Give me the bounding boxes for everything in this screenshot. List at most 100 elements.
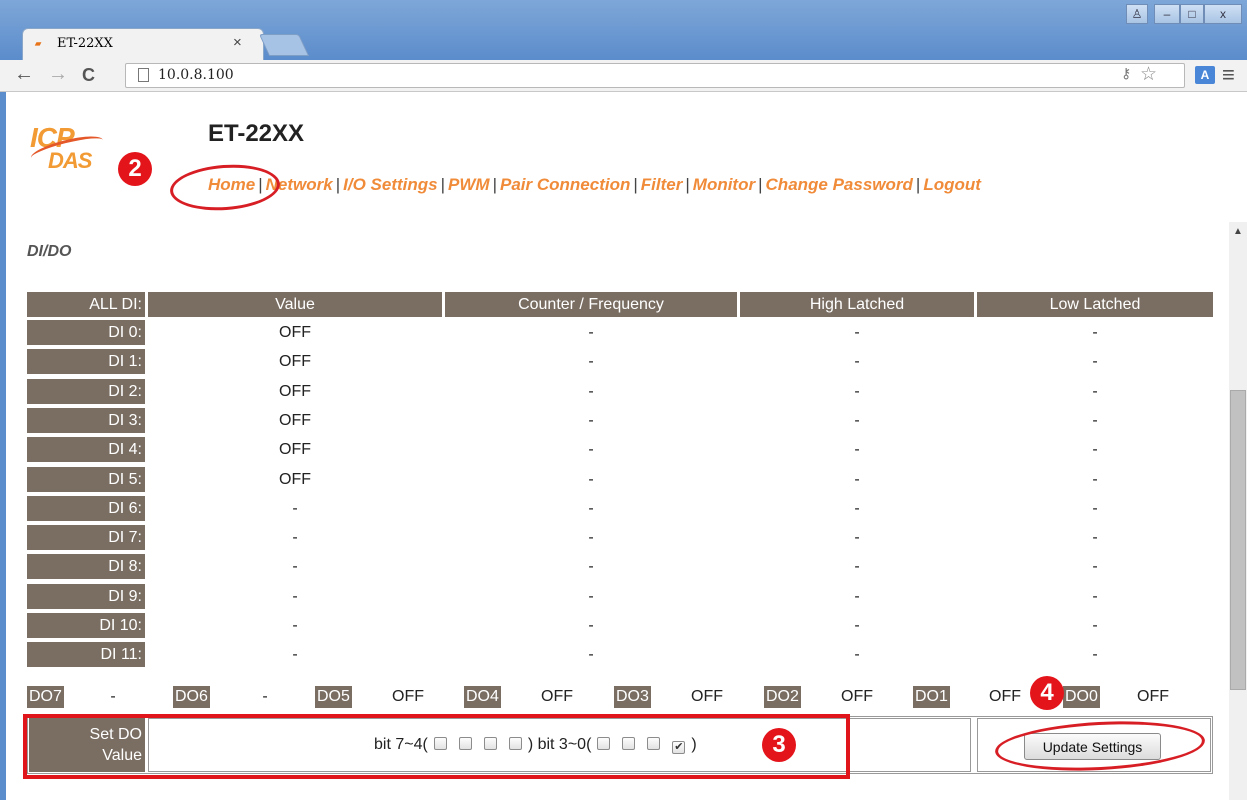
address-bar[interactable]: 10.0.8.100 ⚷ ☆ bbox=[125, 63, 1185, 88]
do-label: DO1 bbox=[913, 686, 950, 708]
header-counter-frequency: Counter / Frequency bbox=[445, 292, 737, 317]
di-counter-cell: - bbox=[588, 587, 594, 605]
nav-separator: | bbox=[685, 175, 690, 194]
main-navigation: Home | Network | I/O Settings | PWM | Pair Conne… bbox=[208, 175, 981, 195]
star-icon[interactable]: ☆ bbox=[1140, 63, 1157, 86]
nav-logout[interactable]: Logout bbox=[923, 175, 981, 194]
tab-close-icon[interactable]: × bbox=[233, 34, 242, 51]
menu-icon[interactable]: ≡ bbox=[1222, 62, 1235, 88]
maximize-button[interactable]: □ bbox=[1180, 4, 1204, 24]
annotation-badge-4: 4 bbox=[1030, 676, 1064, 710]
di-row-label: DI 4: bbox=[27, 437, 145, 463]
favicon-icon: ▰ bbox=[35, 39, 42, 48]
di-low-latched-cell: - bbox=[1092, 587, 1098, 605]
nav-pwm[interactable]: PWM bbox=[448, 175, 490, 194]
scroll-up-arrow-icon[interactable]: ▲ bbox=[1233, 226, 1243, 237]
di-high-latched-cell: - bbox=[854, 411, 860, 429]
do-value: OFF bbox=[841, 688, 873, 705]
do-value: OFF bbox=[392, 688, 424, 705]
di-counter-cell: - bbox=[588, 558, 594, 576]
di-high-latched-cell: - bbox=[854, 441, 860, 459]
do-value: - bbox=[110, 688, 116, 705]
tab-title: ET-22XX bbox=[57, 36, 113, 51]
di-counter-cell: - bbox=[588, 499, 594, 517]
di-high-latched-cell: - bbox=[854, 470, 860, 488]
nav-separator: | bbox=[440, 175, 446, 194]
di-value-cell: OFF bbox=[279, 441, 311, 459]
di-low-latched-cell: - bbox=[1092, 617, 1098, 634]
di-counter-cell: - bbox=[588, 324, 594, 341]
di-value-cell: - bbox=[292, 529, 298, 547]
window-border bbox=[0, 92, 6, 800]
do-value: OFF bbox=[541, 688, 573, 705]
header-high-latched: High Latched bbox=[740, 292, 974, 317]
translate-icon[interactable]: A bbox=[1195, 66, 1215, 84]
di-value-cell: - bbox=[292, 617, 298, 634]
di-counter-cell: - bbox=[588, 617, 594, 634]
di-low-latched-cell: - bbox=[1092, 558, 1098, 576]
page-icon bbox=[138, 68, 149, 82]
do-value: OFF bbox=[989, 688, 1021, 705]
user-profile-icon[interactable]: ♙ bbox=[1126, 4, 1148, 24]
di-counter-cell: - bbox=[588, 441, 594, 459]
close-window-button[interactable]: x bbox=[1204, 4, 1242, 24]
do-label: DO5 bbox=[315, 686, 352, 708]
di-value-cell: - bbox=[292, 499, 298, 517]
di-counter-cell: - bbox=[588, 411, 594, 429]
page-title: ET-22XX bbox=[208, 120, 305, 147]
nav-io-settings[interactable]: I/O Settings bbox=[343, 175, 437, 194]
di-low-latched-cell: - bbox=[1092, 324, 1098, 341]
nav-change-password[interactable]: Change Password bbox=[766, 175, 913, 194]
di-value-cell: OFF bbox=[279, 470, 311, 488]
nav-separator: | bbox=[633, 175, 638, 194]
header-all-di: ALL DI: bbox=[27, 292, 145, 317]
di-counter-cell: - bbox=[588, 646, 594, 664]
di-low-latched-cell: - bbox=[1092, 529, 1098, 547]
di-counter-cell: - bbox=[588, 529, 594, 547]
nav-filter[interactable]: Filter bbox=[641, 175, 683, 194]
browser-tab[interactable]: ▰ ET-22XX × bbox=[22, 28, 264, 60]
di-high-latched-cell: - bbox=[854, 382, 860, 400]
nav-monitor[interactable]: Monitor bbox=[693, 175, 755, 194]
set-do-highlight-rect bbox=[23, 714, 850, 779]
di-high-latched-cell: - bbox=[854, 587, 860, 605]
di-low-latched-cell: - bbox=[1092, 382, 1098, 400]
di-row-label: DI 10: bbox=[27, 613, 145, 638]
icp-das-logo: ICP DAS bbox=[28, 118, 108, 184]
do-label: DO6 bbox=[173, 686, 210, 708]
do-label: DO4 bbox=[464, 686, 501, 708]
scrollbar-thumb[interactable] bbox=[1230, 390, 1246, 690]
di-counter-cell: - bbox=[588, 353, 594, 371]
reload-icon[interactable]: C bbox=[82, 65, 95, 86]
annotation-badge-2: 2 bbox=[118, 152, 152, 186]
di-low-latched-cell: - bbox=[1092, 441, 1098, 459]
browser-toolbar: ← → C 10.0.8.100 ⚷ ☆ A ≡ bbox=[0, 60, 1247, 92]
section-title: DI/DO bbox=[27, 243, 72, 260]
nav-separator: | bbox=[492, 175, 498, 194]
di-value-cell: OFF bbox=[279, 324, 311, 341]
di-low-latched-cell: - bbox=[1092, 499, 1098, 517]
di-row-label: DI 7: bbox=[27, 525, 145, 551]
di-high-latched-cell: - bbox=[854, 499, 860, 517]
key-icon[interactable]: ⚷ bbox=[1121, 65, 1131, 82]
back-arrow-icon[interactable]: ← bbox=[14, 63, 34, 86]
do-label: DO2 bbox=[764, 686, 801, 708]
di-high-latched-cell: - bbox=[854, 617, 860, 634]
di-row-label: DI 2: bbox=[27, 378, 145, 404]
header-low-latched: Low Latched bbox=[977, 292, 1213, 317]
nav-separator: | bbox=[915, 175, 921, 194]
di-value-cell: OFF bbox=[279, 411, 311, 429]
forward-arrow-icon[interactable]: → bbox=[48, 63, 68, 86]
header-value: Value bbox=[148, 292, 442, 317]
di-row-label: DI 1: bbox=[27, 349, 145, 375]
minimize-button[interactable]: – bbox=[1154, 4, 1180, 24]
di-counter-cell: - bbox=[588, 470, 594, 488]
di-value-cell: - bbox=[292, 587, 298, 605]
new-tab-button[interactable] bbox=[258, 34, 310, 56]
di-value-cell: - bbox=[292, 646, 298, 664]
nav-pair-connection[interactable]: Pair Connection bbox=[500, 175, 630, 194]
do-label: DO7 bbox=[27, 686, 64, 708]
nav-separator: | bbox=[335, 175, 341, 194]
di-row-label: DI 6: bbox=[27, 495, 145, 521]
di-low-latched-cell: - bbox=[1092, 411, 1098, 429]
